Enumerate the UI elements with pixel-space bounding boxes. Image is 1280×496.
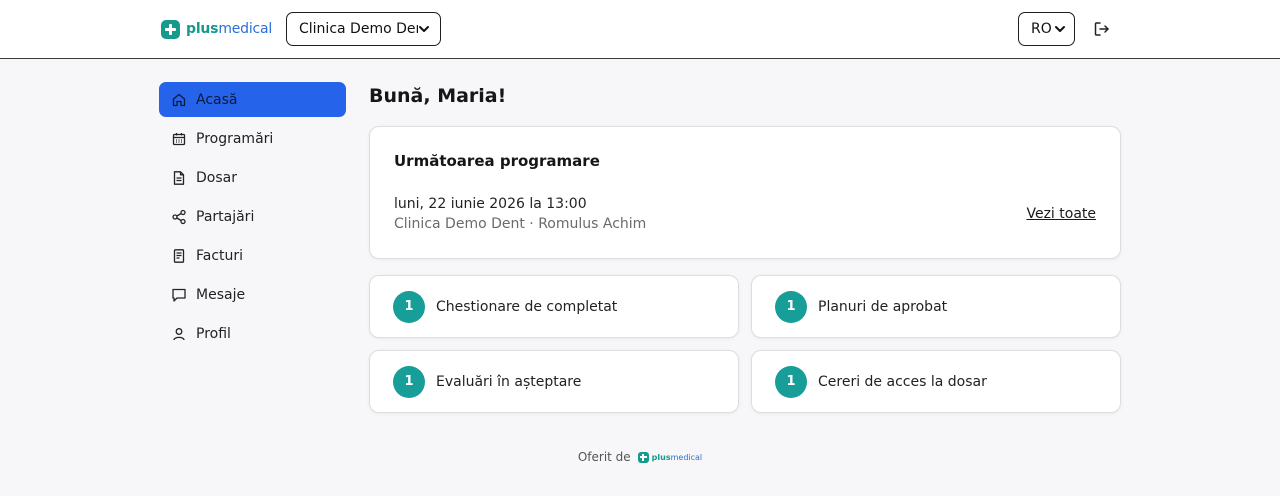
count-badge: 1 xyxy=(775,290,807,323)
task-label: Chestionare de completat xyxy=(436,298,618,315)
top-bar: plusmedical Clinica Demo Dent RO xyxy=(0,0,1280,59)
brand-logo[interactable]: plusmedical xyxy=(161,19,272,39)
count-badge: 1 xyxy=(393,365,425,398)
sidebar-item-label: Facturi xyxy=(196,247,244,264)
sidebar-item-label: Acasă xyxy=(196,91,238,108)
task-card-questionnaires[interactable]: 1 Chestionare de completat xyxy=(369,275,739,338)
appointment-details: Clinica Demo Dent · Romulus Achim xyxy=(394,216,647,232)
sidebar-item-mesaje[interactable]: Mesaje xyxy=(159,277,346,312)
sidebar-nav: Acasă Programări Dosar Partajări Facturi… xyxy=(159,82,346,355)
chevron-down-icon xyxy=(418,23,430,35)
count-badge: 1 xyxy=(393,290,425,323)
sidebar-item-label: Mesaje xyxy=(196,286,246,303)
next-appointment-card: Următoarea programare luni, 22 iunie 202… xyxy=(369,126,1121,259)
share-icon xyxy=(171,209,187,225)
sidebar-item-partajari[interactable]: Partajări xyxy=(159,199,346,234)
sidebar-item-label: Dosar xyxy=(196,169,237,186)
sidebar-item-facturi[interactable]: Facturi xyxy=(159,238,346,273)
clinic-select-value: Clinica Demo Dent xyxy=(299,21,418,37)
footer-offered-by: Oferit de xyxy=(577,450,631,464)
brand-word-light: medical xyxy=(218,21,273,37)
task-label: Planuri de aprobat xyxy=(818,298,948,315)
sidebar-item-acasa[interactable]: Acasă xyxy=(159,82,346,117)
logout-icon[interactable] xyxy=(1092,19,1112,39)
sidebar-item-label: Profil xyxy=(196,325,231,342)
task-card-plans[interactable]: 1 Planuri de aprobat xyxy=(751,275,1121,338)
plus-cross-icon xyxy=(161,19,180,39)
sidebar-item-dosar[interactable]: Dosar xyxy=(159,160,346,195)
brand-word-light: medical xyxy=(670,452,703,462)
footer: Oferit de plusmedical xyxy=(0,450,1280,464)
language-select-value: RO xyxy=(1031,21,1052,37)
language-select[interactable]: RO xyxy=(1018,12,1075,46)
message-icon xyxy=(171,287,187,303)
document-icon xyxy=(171,170,187,186)
count-badge: 1 xyxy=(775,365,807,398)
sidebar-item-programari[interactable]: Programări xyxy=(159,121,346,156)
task-card-access-requests[interactable]: 1 Cereri de acces la dosar xyxy=(751,350,1121,413)
calendar-icon xyxy=(171,131,187,147)
footer-brand-logo: plusmedical xyxy=(637,451,702,463)
sidebar-item-label: Programări xyxy=(196,130,274,147)
footer-brand-wordmark: plusmedical xyxy=(652,453,702,462)
sidebar-item-label: Partajări xyxy=(196,208,255,225)
chevron-down-icon xyxy=(1054,23,1066,35)
page-title: Bună, Maria! xyxy=(369,85,507,107)
task-label: Cereri de acces la dosar xyxy=(818,373,987,390)
sidebar-item-profil[interactable]: Profil xyxy=(159,316,346,351)
brand-wordmark: plusmedical xyxy=(186,21,272,37)
task-card-evaluations[interactable]: 1 Evaluări în așteptare xyxy=(369,350,739,413)
brand-word-bold: plus xyxy=(186,21,219,37)
task-label: Evaluări în așteptare xyxy=(436,373,582,390)
invoice-icon xyxy=(171,248,187,264)
user-icon xyxy=(171,326,187,342)
next-appointment-title: Următoarea programare xyxy=(394,152,600,170)
clinic-select[interactable]: Clinica Demo Dent xyxy=(286,12,441,46)
appointment-date: luni, 22 iunie 2026 la 13:00 xyxy=(394,196,587,212)
brand-word-bold: plus xyxy=(651,452,671,462)
plus-cross-icon xyxy=(637,451,649,463)
see-all-link[interactable]: Vezi toate xyxy=(1026,206,1096,222)
home-icon xyxy=(171,92,187,108)
